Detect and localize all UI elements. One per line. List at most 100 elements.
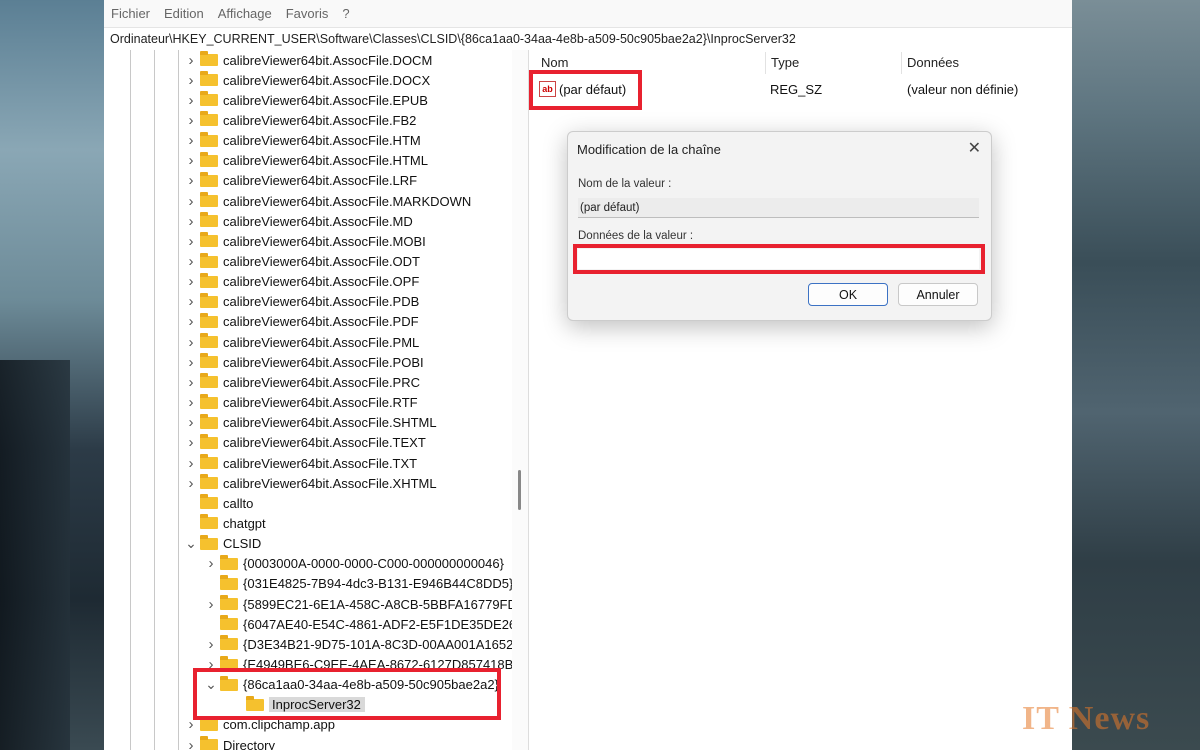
tree-item[interactable]: › calibreViewer64bit.AssocFile.PDB [184,292,419,312]
tree-item[interactable]: › calibreViewer64bit.AssocFile.MD [184,211,413,231]
menu-fichier[interactable]: Fichier [111,6,150,21]
tree-item[interactable]: › calibreViewer64bit.AssocFile.LRF [184,171,417,191]
tree-item[interactable]: › calibreViewer64bit.AssocFile.OPF [184,272,419,292]
tree-item[interactable]: {031E4825-7B94-4dc3-B131-E946B44C8DD5} [204,574,513,594]
tree-item[interactable]: › calibreViewer64bit.AssocFile.FB2 [184,110,416,130]
tree-item-label: calibreViewer64bit.AssocFile.EPUB [223,92,428,108]
tree-item[interactable]: › calibreViewer64bit.AssocFile.TXT [184,453,417,473]
tree-item-label: calibreViewer64bit.AssocFile.SHTML [223,415,437,431]
chevron-right-icon[interactable]: › [184,293,198,310]
tree-item-label: calibreViewer64bit.AssocFile.LRF [223,173,418,189]
chevron-right-icon[interactable]: › [184,434,198,451]
tree-item-label: calibreViewer64bit.AssocFile.PDB [223,294,420,310]
tree-guide-line [178,50,179,750]
tree-item[interactable]: {6047AE40-E54C-4861-ADF2-E5F1DE35DE26} [204,614,521,634]
tree-item[interactable]: › {D3E34B21-9D75-101A-8C3D-00AA001A1652} [204,634,518,654]
folder-icon [200,333,218,349]
value-data-label: Données de la valeur : [578,230,694,242]
chevron-right-icon[interactable]: › [184,92,198,109]
tree-item[interactable]: chatgpt [184,513,266,533]
tree-item[interactable]: › calibreViewer64bit.AssocFile.RTF [184,393,418,413]
chevron-right-icon[interactable]: › [184,455,198,472]
menu-affichage[interactable]: Affichage [218,6,272,21]
address-bar[interactable]: Ordinateur\HKEY_CURRENT_USER\Software\Cl… [104,27,1072,51]
chevron-right-icon[interactable]: › [184,354,198,371]
tree-item[interactable]: › calibreViewer64bit.AssocFile.SHTML [184,413,437,433]
tree-item[interactable]: › calibreViewer64bit.AssocFile.EPUB [184,90,428,110]
tree-scrollbar[interactable] [512,50,528,750]
column-separator[interactable] [901,52,902,74]
folder-icon [220,615,238,631]
column-separator[interactable] [765,52,766,74]
chevron-right-icon[interactable]: › [184,152,198,169]
folder-icon [200,474,218,490]
tree-item-label: calibreViewer64bit.AssocFile.MD [223,213,413,229]
folder-icon [200,373,218,389]
chevron-right-icon[interactable]: › [204,596,218,613]
tree-item[interactable]: › Directory [184,735,275,750]
folder-icon [200,171,218,187]
tree-item[interactable]: › calibreViewer64bit.AssocFile.MOBI [184,231,426,251]
menu-favoris[interactable]: Favoris [286,6,329,21]
close-icon[interactable]: ✕ [968,138,981,158]
folder-icon [200,353,218,369]
chevron-right-icon[interactable]: › [184,394,198,411]
menu-edition[interactable]: Edition [164,6,204,21]
tree-item[interactable]: › {0003000A-0000-0000-C000-000000000046} [204,554,504,574]
tree-item[interactable]: › calibreViewer64bit.AssocFile.MARKDOWN [184,191,471,211]
desktop-wallpaper-right [1072,0,1200,750]
chevron-right-icon[interactable]: › [184,132,198,149]
tree-item[interactable]: › calibreViewer64bit.AssocFile.XHTML [184,473,437,493]
value-name-field: (par défaut) [578,198,979,218]
chevron-right-icon[interactable]: › [184,737,198,750]
tree-item[interactable]: ⌄ CLSID [184,534,261,554]
chevron-right-icon[interactable]: › [184,273,198,290]
chevron-right-icon[interactable]: › [184,475,198,492]
tree-item[interactable]: › calibreViewer64bit.AssocFile.PDF [184,312,419,332]
column-header-name[interactable]: Nom [541,55,568,70]
tree-item[interactable]: › calibreViewer64bit.AssocFile.PML [184,332,419,352]
tree-item[interactable]: › calibreViewer64bit.AssocFile.HTM [184,131,421,151]
tree-item[interactable]: › calibreViewer64bit.AssocFile.ODT [184,252,420,272]
folder-icon [200,192,218,208]
chevron-right-icon[interactable]: › [204,555,218,572]
chevron-right-icon[interactable]: › [184,233,198,250]
chevron-right-icon[interactable]: › [184,193,198,210]
chevron-right-icon[interactable]: › [184,72,198,89]
tree-item[interactable]: callto [184,493,253,513]
chevron-down-icon[interactable]: ⌄ [184,535,198,552]
chevron-right-icon[interactable]: › [184,334,198,351]
tree-item[interactable]: › {5899EC21-6E1A-458C-A8CB-5BBFA16779FD} [204,594,521,614]
tree-item-label: calibreViewer64bit.AssocFile.MOBI [223,233,426,249]
cancel-button[interactable]: Annuler [898,283,978,306]
chevron-right-icon[interactable]: › [184,52,198,69]
column-header-type[interactable]: Type [771,55,799,70]
chevron-right-icon[interactable]: › [184,172,198,189]
tree-item[interactable]: › calibreViewer64bit.AssocFile.PRC [184,372,420,392]
column-header-data[interactable]: Données [907,55,959,70]
tree-item-label: calibreViewer64bit.AssocFile.MARKDOWN [223,193,472,209]
tree-item-label: calibreViewer64bit.AssocFile.TEXT [223,435,426,451]
tree-item-label: calibreViewer64bit.AssocFile.PDF [223,314,419,330]
tree-scrollbar-thumb[interactable] [518,470,521,510]
chevron-right-icon[interactable]: › [184,313,198,330]
tree-item-label: calibreViewer64bit.AssocFile.PRC [223,374,421,390]
tree-item[interactable]: › calibreViewer64bit.AssocFile.POBI [184,352,424,372]
chevron-right-icon[interactable]: › [204,636,218,653]
chevron-right-icon[interactable]: › [184,414,198,431]
tree-item[interactable]: › calibreViewer64bit.AssocFile.DOCM [184,50,432,70]
ok-button[interactable]: OK [808,283,888,306]
chevron-right-icon[interactable]: › [184,112,198,129]
chevron-right-icon[interactable]: › [184,374,198,391]
menu-help[interactable]: ? [342,6,349,21]
tree-item[interactable]: › calibreViewer64bit.AssocFile.HTML [184,151,428,171]
menu-bar: Fichier Edition Affichage Favoris ? [104,0,1072,27]
tree-item[interactable]: › calibreViewer64bit.AssocFile.TEXT [184,433,426,453]
folder-icon [200,393,218,409]
chevron-right-icon[interactable]: › [184,213,198,230]
chevron-right-icon[interactable]: › [184,253,198,270]
tree-guide-line [130,50,131,750]
tree-item-label: CLSID [223,536,262,552]
tree-item[interactable]: › calibreViewer64bit.AssocFile.DOCX [184,70,430,90]
folder-icon [200,91,218,107]
